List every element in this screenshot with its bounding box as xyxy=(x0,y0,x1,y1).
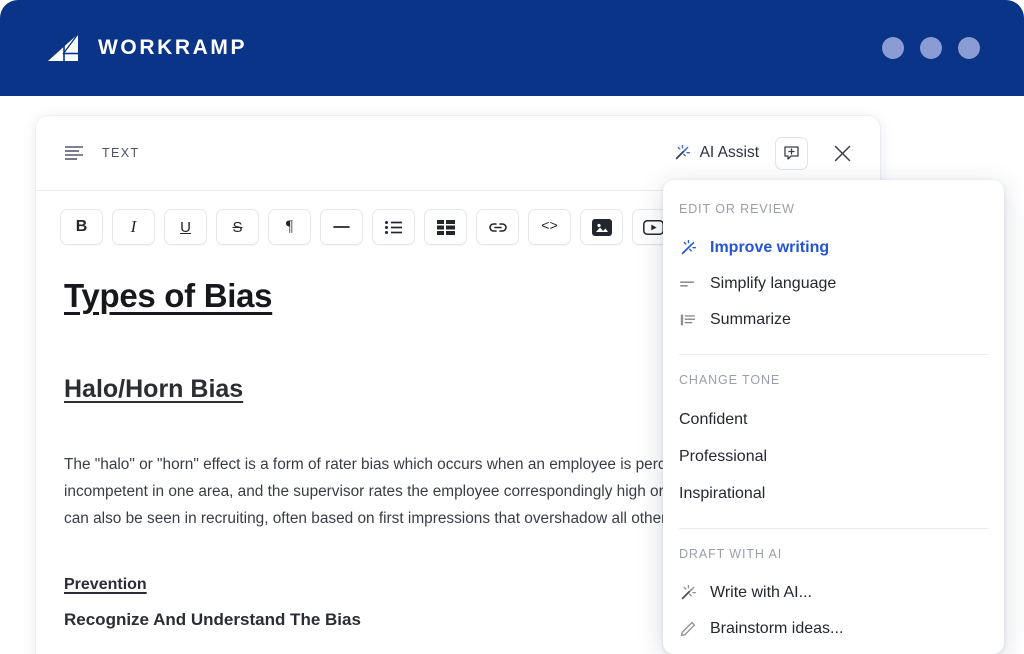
ai-section-label-change-tone: CHANGE TONE xyxy=(679,373,781,387)
comment-plus-icon xyxy=(784,145,799,160)
table-button[interactable] xyxy=(424,209,467,245)
video-icon xyxy=(643,219,664,235)
ai-menu-divider-2 xyxy=(679,528,988,529)
link-icon xyxy=(488,222,507,232)
simplify-lines-icon xyxy=(680,281,695,287)
summarize-lines-icon xyxy=(680,314,696,326)
magic-wand-icon xyxy=(681,584,696,600)
ai-assist-menu: EDIT OR REVIEW Improve writing Simplify … xyxy=(663,180,1004,654)
window-dot-2[interactable] xyxy=(920,37,942,59)
ai-menu-item-label: Simplify language xyxy=(710,275,837,292)
editor-header-actions: AI Assist xyxy=(671,136,856,170)
ai-menu-item-summarize[interactable]: Summarize xyxy=(663,302,1004,338)
bullet-list-button[interactable] xyxy=(372,209,415,245)
italic-button[interactable]: I xyxy=(112,209,155,245)
block-type[interactable]: TEXT xyxy=(64,144,140,162)
window-controls xyxy=(882,37,980,59)
horizontal-rule-icon xyxy=(333,226,350,228)
image-icon xyxy=(591,218,612,236)
block-type-label: TEXT xyxy=(102,146,140,160)
link-button[interactable] xyxy=(476,209,519,245)
ai-menu-item-label: Professional xyxy=(679,447,768,465)
ai-menu-item-improve-writing[interactable]: Improve writing xyxy=(663,230,1004,266)
pilcrow-icon: ¶ xyxy=(285,218,294,235)
ai-menu-item-label: Brainstorm ideas... xyxy=(710,620,844,637)
close-panel-button[interactable] xyxy=(828,139,856,167)
ai-menu-item-inspirational[interactable]: Inspirational xyxy=(663,475,1004,512)
bold-icon: B xyxy=(75,218,88,235)
ai-menu-divider-1 xyxy=(679,354,988,355)
underline-button[interactable]: U xyxy=(164,209,207,245)
strikethrough-button[interactable]: S xyxy=(216,209,259,245)
horizontal-rule-button[interactable] xyxy=(320,209,363,245)
ai-assist-button[interactable]: AI Assist xyxy=(671,140,761,166)
magic-wand-icon xyxy=(675,144,690,160)
table-icon xyxy=(436,219,455,235)
strikethrough-icon: S xyxy=(232,218,243,236)
brand: WORKRAMP xyxy=(46,33,247,63)
ai-menu-item-label: Summarize xyxy=(710,311,791,328)
magic-wand-icon xyxy=(681,239,696,255)
ai-menu-item-label: Write with AI... xyxy=(710,584,812,601)
brand-name: WORKRAMP xyxy=(98,36,248,59)
code-button[interactable]: <> xyxy=(528,209,571,245)
workramp-triangle-logo-icon xyxy=(48,33,79,61)
ai-menu-item-label: Improve writing xyxy=(710,239,830,256)
ai-section-label-draft-with-ai: DRAFT WITH AI xyxy=(679,547,783,561)
pencil-icon xyxy=(680,621,696,637)
code-icon: <> xyxy=(541,219,558,235)
underline-icon: U xyxy=(180,218,191,236)
close-x-icon xyxy=(834,145,850,161)
italic-icon: I xyxy=(130,217,137,236)
ai-menu-item-brainstorm-ideas[interactable]: Brainstorm ideas... xyxy=(663,611,1004,647)
window-dot-1[interactable] xyxy=(882,37,904,59)
image-button[interactable] xyxy=(580,209,623,245)
ai-menu-item-simplify-language[interactable]: Simplify language xyxy=(663,266,1004,302)
bullet-list-icon xyxy=(385,220,402,234)
ai-menu-item-label: Confident xyxy=(679,410,748,428)
ai-menu-item-confident[interactable]: Confident xyxy=(663,401,1004,438)
window-dot-3[interactable] xyxy=(958,37,980,59)
ai-menu-item-professional[interactable]: Professional xyxy=(663,438,1004,475)
ai-section-label-edit-or-review: EDIT OR REVIEW xyxy=(679,202,795,216)
paragraph-button[interactable]: ¶ xyxy=(268,209,311,245)
bold-button[interactable]: B xyxy=(60,209,103,245)
add-comment-button[interactable] xyxy=(775,136,808,170)
app-header: WORKRAMP xyxy=(0,0,1024,96)
ai-menu-item-write-with-ai[interactable]: Write with AI... xyxy=(663,575,1004,611)
ai-assist-label: AI Assist xyxy=(699,144,759,161)
app-root: WORKRAMP TEXT AI Assist B I U S ¶ <> Typ… xyxy=(0,0,1024,654)
ai-menu-item-label: Inspirational xyxy=(679,484,766,502)
text-lines-icon xyxy=(65,146,83,160)
